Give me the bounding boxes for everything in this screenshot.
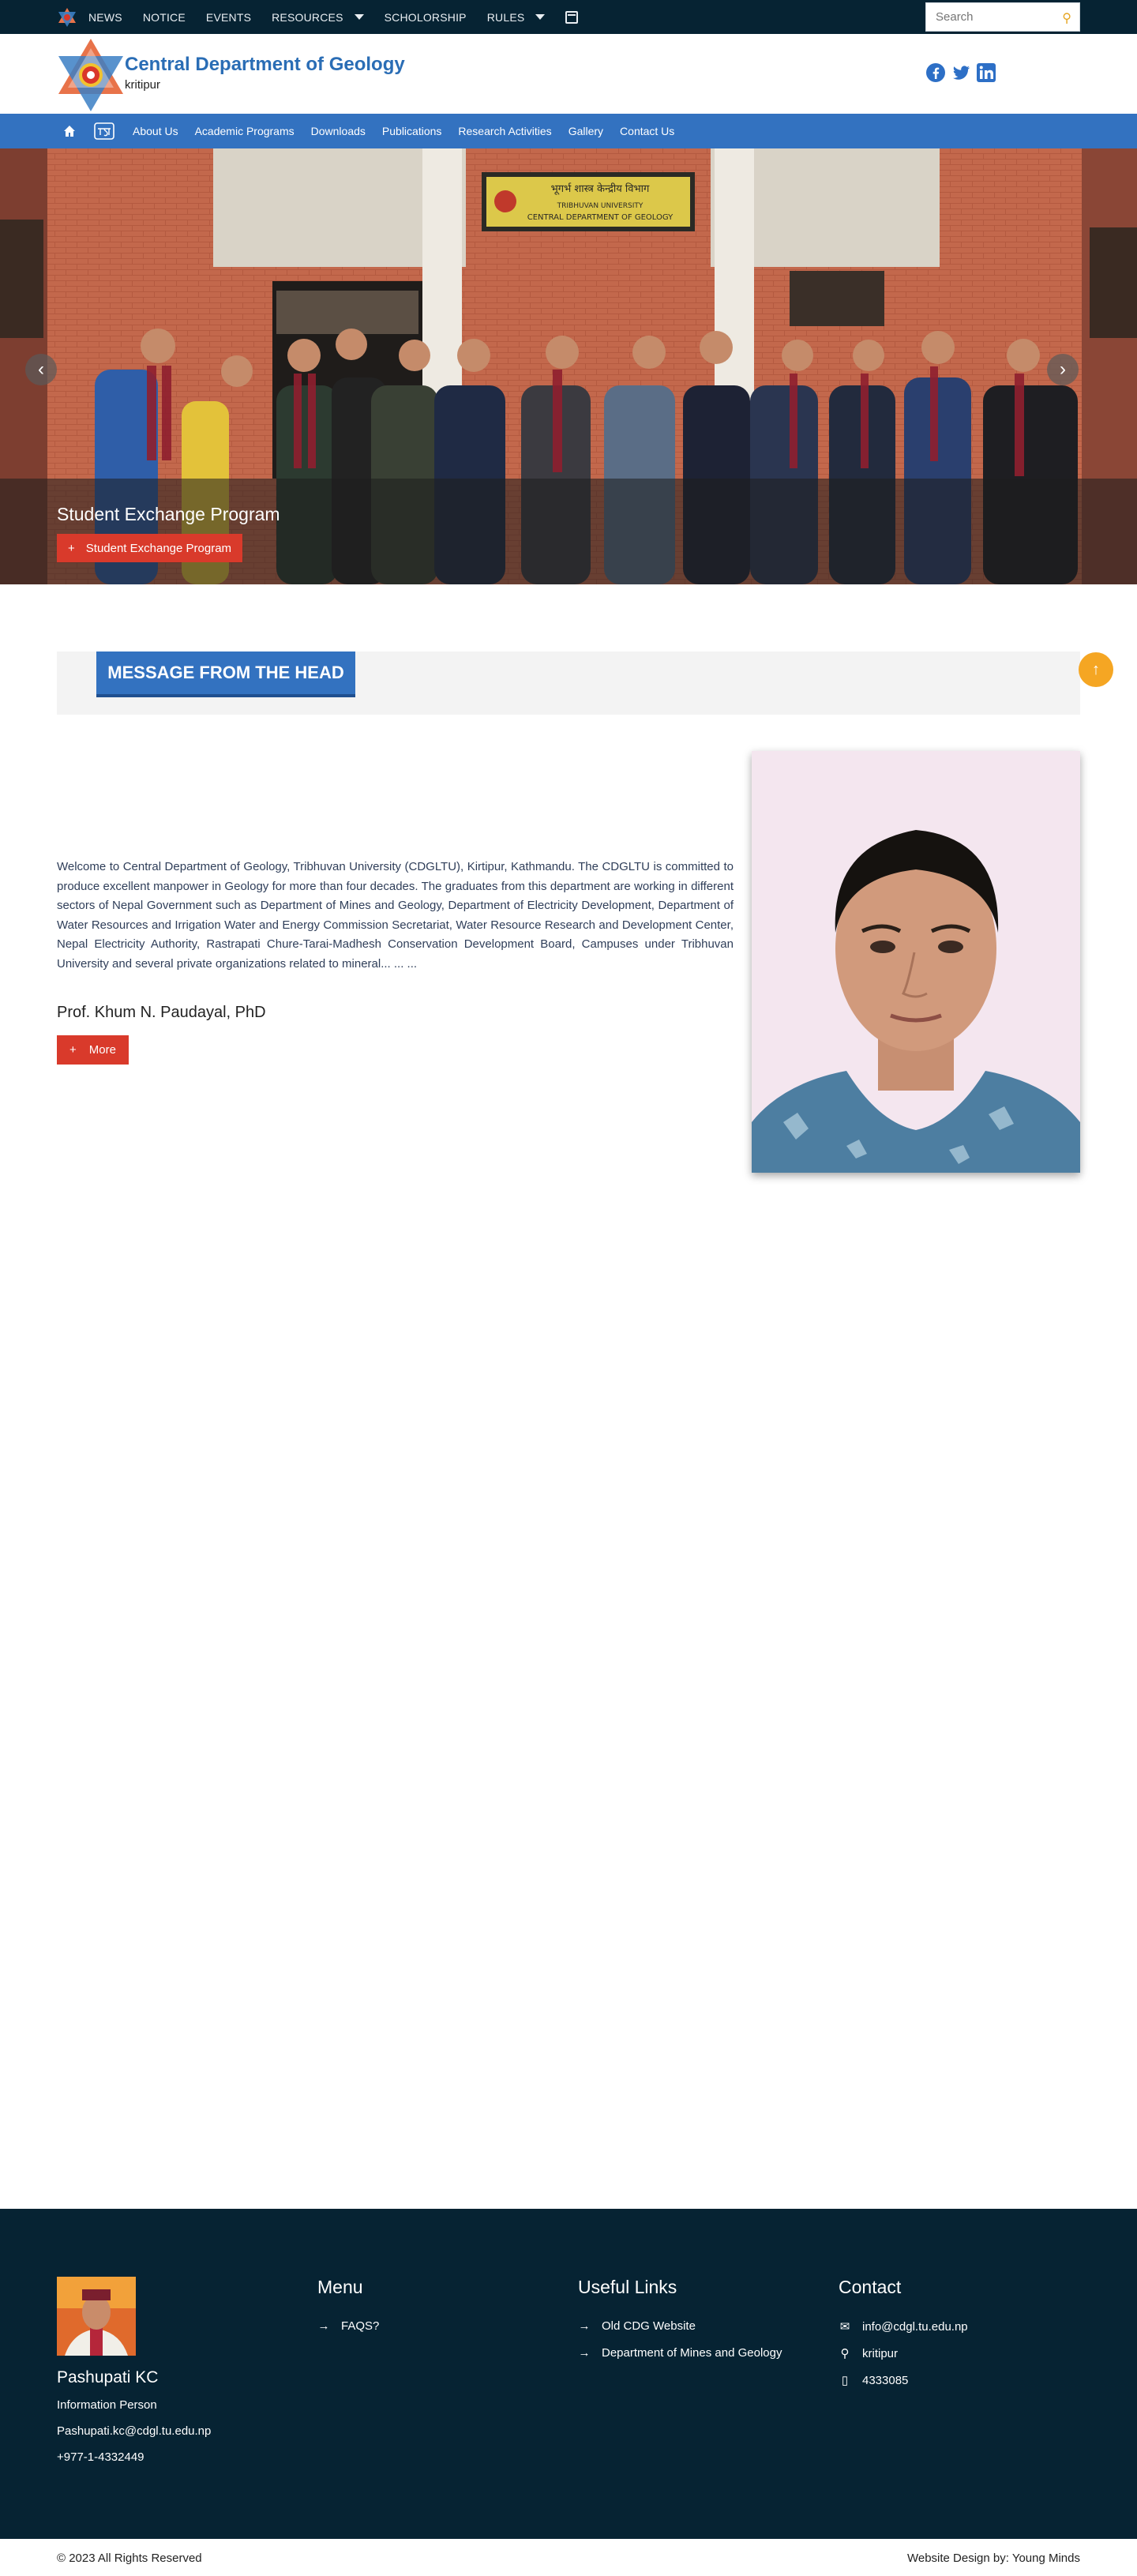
nav-research-activities[interactable]: Research Activities: [458, 125, 551, 137]
footer-contact-title: Contact: [839, 2277, 902, 2297]
building-sign-nepali: भूगर्भ शास्त्र केन्द्रीय विभाग: [551, 182, 650, 195]
footer-link-old-cdg[interactable]: → Old CDG Website: [578, 2319, 696, 2333]
footer-contact-email[interactable]: ✉ info@cdgl.tu.edu.np: [839, 2319, 968, 2334]
head-portrait: [752, 751, 1080, 1173]
chevron-down-icon: [354, 14, 364, 20]
hero-caption-title: Student Exchange Program: [57, 504, 280, 524]
footer-useful-links-title: Useful Links: [578, 2277, 677, 2297]
footer-contact-phone-label: 4333085: [862, 2373, 909, 2387]
footer-link-faqs-label: FAQS?: [341, 2319, 380, 2333]
footer-contact-email-label: info@cdgl.tu.edu.np: [862, 2319, 968, 2334]
information-person-role: Information Person: [57, 2398, 157, 2412]
footer-link-dmg[interactable]: → Department of Mines and Geology: [578, 2346, 782, 2360]
design-credit[interactable]: Website Design by: Young Minds: [907, 2552, 1080, 2565]
social-links: [925, 62, 996, 83]
nepali-language-icon[interactable]: [93, 120, 115, 142]
plus-icon: +: [69, 1043, 77, 1057]
hero-slider: भूगर्भ शास्त्र केन्द्रीय विभाग TRIBHUVAN…: [0, 148, 1137, 584]
linkedin-icon[interactable]: [976, 62, 996, 83]
nav-downloads[interactable]: Downloads: [311, 125, 366, 137]
university-logo-icon[interactable]: [57, 7, 77, 28]
main-navigation: About Us Academic Programs Downloads Pub…: [0, 114, 1137, 148]
chevron-left-icon: ‹: [38, 359, 44, 380]
topnav-events[interactable]: EVENTS: [206, 11, 251, 24]
site-header: Central Department of Geology kritipur: [0, 34, 1137, 114]
nav-gallery[interactable]: Gallery: [568, 125, 603, 137]
nav-publications[interactable]: Publications: [382, 125, 442, 137]
more-button[interactable]: + More: [57, 1035, 129, 1065]
site-footer: Pashupati KC Information Person Pashupat…: [0, 2209, 1137, 2539]
calendar-icon: [565, 10, 579, 24]
message-heading: MESSAGE FROM THE HEAD: [96, 652, 355, 697]
topnav-scholorship[interactable]: SCHOLORSHIP: [385, 11, 467, 24]
arrow-right-icon: →: [578, 2346, 591, 2360]
topnav-notice[interactable]: NOTICE: [143, 11, 186, 24]
map-pin-icon: ⚲: [840, 2347, 850, 2360]
site-title[interactable]: Central Department of Geology: [125, 54, 405, 76]
search-icon[interactable]: ⚲: [1062, 10, 1071, 26]
hero-caption-button[interactable]: + Student Exchange Program: [57, 534, 243, 562]
footer-link-dmg-label: Department of Mines and Geology: [602, 2346, 782, 2360]
information-person-avatar: [57, 2277, 136, 2356]
phone-icon: ▯: [841, 2374, 849, 2387]
hero-caption-button-label: Student Exchange Program: [85, 541, 232, 555]
hero-caption-band: [0, 479, 1137, 584]
message-text: Welcome to Central Department of Geology…: [57, 860, 734, 971]
arrow-up-icon: ↑: [1092, 660, 1100, 678]
topnav-news[interactable]: NEWS: [88, 11, 122, 24]
building-sign-department: CENTRAL DEPARTMENT OF GEOLOGY: [527, 213, 674, 222]
bottom-bar: © 2023 All Rights Reserved Website Desig…: [0, 2539, 1137, 2576]
slider-next-button[interactable]: ›: [1047, 354, 1079, 385]
information-person-name: Pashupati KC: [57, 2368, 159, 2386]
scroll-to-top-button[interactable]: ↑: [1079, 652, 1113, 687]
footer-menu-title: Menu: [317, 2277, 363, 2297]
search-input[interactable]: [926, 3, 1053, 31]
footer-contact-address-label: kritipur: [862, 2346, 899, 2360]
topnav-calendar[interactable]: [565, 10, 579, 24]
topnav-rules[interactable]: RULES: [487, 11, 546, 24]
home-icon[interactable]: [63, 125, 76, 137]
twitter-icon[interactable]: [951, 62, 971, 83]
footer-contact-address: ⚲ kritipur: [839, 2346, 899, 2361]
topnav-resources[interactable]: RESOURCES: [272, 10, 364, 24]
more-button-label: More: [88, 1043, 116, 1057]
footer-contact-phone: ▯ 4333085: [839, 2373, 909, 2388]
department-logo[interactable]: [57, 37, 125, 113]
footer-link-faqs[interactable]: → FAQS?: [317, 2319, 380, 2333]
footer-link-old-cdg-label: Old CDG Website: [602, 2319, 696, 2333]
chevron-right-icon: ›: [1060, 359, 1066, 380]
copyright-text: © 2023 All Rights Reserved: [57, 2552, 202, 2565]
facebook-icon[interactable]: [925, 62, 946, 83]
chevron-down-icon: [535, 14, 546, 20]
arrow-right-icon: →: [317, 2319, 330, 2333]
nav-contact-us[interactable]: Contact Us: [620, 125, 674, 137]
information-person-email[interactable]: Pashupati.kc@cdgl.tu.edu.np: [57, 2424, 211, 2438]
slider-prev-button[interactable]: ‹: [25, 354, 57, 385]
topnav-resources-label: RESOURCES: [272, 10, 343, 24]
head-name: Prof. Khum N. Paudayal, PhD: [57, 1004, 266, 1021]
nav-academic-programs[interactable]: Academic Programs: [195, 125, 295, 137]
nav-about-us[interactable]: About Us: [133, 125, 178, 137]
information-person-phone: +977-1-4332449: [57, 2450, 144, 2464]
site-subtitle: kritipur: [125, 78, 161, 92]
building-sign-university: TRIBHUVAN UNIVERSITY: [557, 202, 644, 210]
topnav-rules-label: RULES: [486, 10, 525, 24]
plus-icon: +: [68, 541, 75, 555]
top-bar: NEWS NOTICE EVENTS RESOURCES SCHOLORSHIP…: [0, 0, 1137, 34]
envelope-icon: ✉: [839, 2320, 850, 2334]
arrow-right-icon: →: [578, 2319, 591, 2333]
search-box: ⚲: [925, 2, 1080, 32]
